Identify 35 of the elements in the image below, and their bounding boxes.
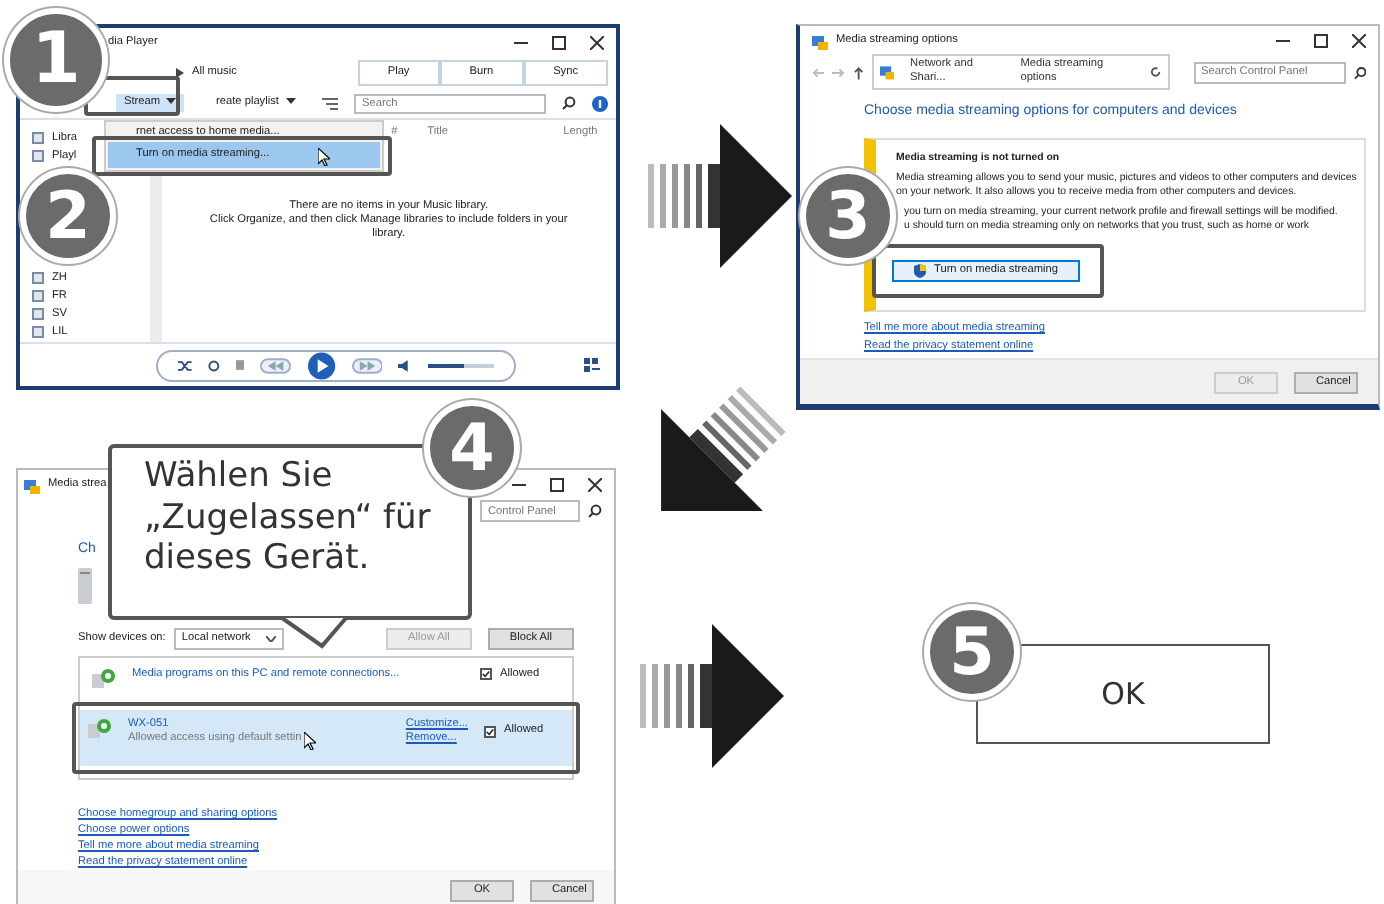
search-icon[interactable] [562, 96, 576, 111]
app-icon [879, 64, 895, 80]
repeat-icon[interactable] [207, 359, 220, 372]
help-icon[interactable] [592, 95, 608, 112]
maximize-icon[interactable] [552, 36, 566, 50]
caret-icon[interactable] [266, 635, 277, 642]
shield-icon [914, 264, 926, 279]
cursor-icon[interactable] [303, 731, 316, 750]
step-number: 1 [4, 8, 108, 112]
caret-icon[interactable] [166, 98, 177, 105]
shuffle-icon[interactable] [178, 359, 192, 372]
search-icon[interactable] [588, 504, 602, 518]
up-icon[interactable] [853, 65, 864, 79]
close-icon[interactable] [1352, 34, 1366, 48]
chevron-icon [176, 68, 184, 79]
computer-icon [78, 567, 92, 604]
maximize-icon[interactable] [1314, 34, 1328, 48]
view-options-icon[interactable] [322, 97, 338, 110]
device-icon [92, 667, 116, 688]
search-icon[interactable] [1353, 65, 1366, 79]
stop-icon[interactable] [235, 360, 245, 371]
volume-slider-fill[interactable] [427, 363, 465, 368]
speaker-icon[interactable] [398, 359, 412, 372]
play-icon[interactable] [308, 351, 336, 380]
refresh-icon[interactable] [1149, 66, 1162, 78]
device-icon [88, 717, 112, 738]
maximize-icon[interactable] [550, 478, 564, 492]
caret-icon[interactable] [286, 98, 297, 105]
close-icon[interactable] [590, 36, 604, 50]
cursor-icon[interactable] [318, 148, 330, 166]
step-number: 4 [424, 400, 520, 496]
switch-view-icon[interactable] [584, 358, 600, 373]
app-icon [812, 33, 828, 49]
app-icon [24, 477, 40, 493]
close-icon[interactable] [588, 478, 602, 492]
